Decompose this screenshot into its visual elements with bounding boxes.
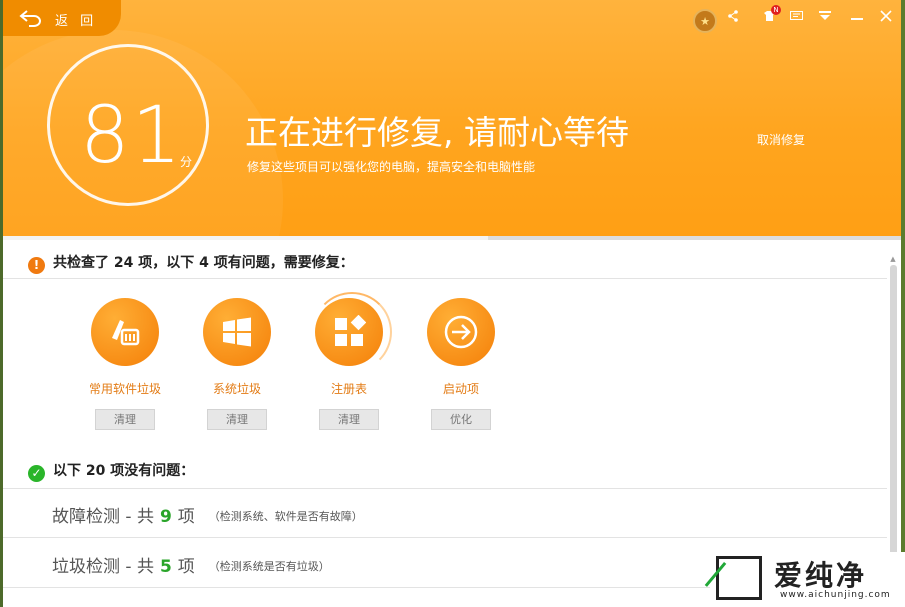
row-count: 9 xyxy=(159,507,172,527)
back-button[interactable]: 返 回 xyxy=(3,0,121,36)
ok-heading: ✓ 以下 20 项没有问题： xyxy=(28,460,194,482)
row-note: （检测系统是否有垃圾） xyxy=(208,560,330,573)
row-note: （检测系统、软件是否有故障） xyxy=(208,510,363,523)
problems-heading-text: 共检查了 24 项，以下 4 项有问题，需要修复： xyxy=(53,255,354,271)
watermark-logo: 爱纯净 www.aichunjing.com xyxy=(704,552,905,607)
status-title: 正在进行修复, 请耐心等待 xyxy=(245,113,629,152)
watermark-url: www.aichunjing.com xyxy=(780,590,891,600)
registry-icon xyxy=(315,298,383,366)
ok-heading-text: 以下 20 项没有问题： xyxy=(53,463,195,479)
repair-progress-fill xyxy=(3,236,488,240)
list-item-trash-check[interactable]: 垃圾检测 - 共 5 项 （检测系统是否有垃圾） xyxy=(52,552,330,577)
check-icon: ✓ xyxy=(28,465,45,482)
cancel-repair-button[interactable]: 取消修复 xyxy=(757,131,805,148)
row-suffix: 项 xyxy=(177,507,195,527)
scroll-up-icon[interactable]: ▲ xyxy=(888,255,898,263)
share-icon[interactable] xyxy=(723,6,743,26)
clean-button[interactable]: 清理 xyxy=(95,409,155,430)
repair-item-software-trash: 常用软件垃圾 清理 xyxy=(70,298,180,430)
warning-icon: ! xyxy=(28,257,45,274)
repair-item-label: 系统垃圾 xyxy=(212,382,261,396)
windows-logo-icon xyxy=(203,298,271,366)
notification-badge: N xyxy=(771,5,781,15)
list-item-fault-check[interactable]: 故障检测 - 共 9 项 （检测系统、软件是否有故障） xyxy=(52,502,363,527)
repair-item-label: 常用软件垃圾 xyxy=(88,382,161,396)
status-subtitle: 修复这些项目可以强化您的电脑，提高安全和电脑性能 xyxy=(247,160,536,174)
back-label: 返 回 xyxy=(55,14,98,29)
repair-item-label: 注册表 xyxy=(330,382,367,396)
repair-item-registry: 注册表 清理 xyxy=(294,298,404,430)
startup-arrow-icon xyxy=(427,298,495,366)
row-prefix: 故障检测 - 共 xyxy=(52,507,154,527)
medal-icon[interactable]: ★ xyxy=(693,9,717,33)
divider xyxy=(3,278,887,279)
message-icon[interactable] xyxy=(786,6,806,26)
close-icon[interactable] xyxy=(876,6,896,26)
scroll-thumb[interactable] xyxy=(890,265,897,595)
row-suffix: 项 xyxy=(177,557,195,577)
back-arrow-icon xyxy=(19,10,41,27)
repair-progress-bar xyxy=(3,236,901,240)
score-value: 81 xyxy=(80,91,184,181)
score-unit: 分 xyxy=(180,155,193,169)
watermark-text: 爱纯净 xyxy=(774,559,868,592)
repair-header: 返 回 ★ N 81 分 正在进行修复, 请耐心等待 修复这些项目可以强化您的电… xyxy=(3,0,901,240)
repair-item-label: 启动项 xyxy=(442,382,479,396)
problems-heading: ! 共检查了 24 项，以下 4 项有问题，需要修复： xyxy=(28,252,354,274)
menu-icon[interactable] xyxy=(815,6,835,26)
clean-button[interactable]: 清理 xyxy=(207,409,267,430)
repair-item-system-trash: 系统垃圾 清理 xyxy=(182,298,292,430)
divider xyxy=(3,537,887,538)
row-prefix: 垃圾检测 - 共 xyxy=(52,557,154,577)
optimize-button[interactable]: 优化 xyxy=(431,409,491,430)
app-window: 返 回 ★ N 81 分 正在进行修复, 请耐心等待 修复这些项目可以强化您的电… xyxy=(0,0,905,607)
row-count: 5 xyxy=(159,557,172,577)
divider xyxy=(3,488,887,489)
software-trash-icon xyxy=(91,298,159,366)
clean-button[interactable]: 清理 xyxy=(319,409,379,430)
repair-item-startup: 启动项 优化 xyxy=(406,298,516,430)
minimize-icon[interactable] xyxy=(847,6,867,26)
desktop-edge-right xyxy=(901,0,905,607)
